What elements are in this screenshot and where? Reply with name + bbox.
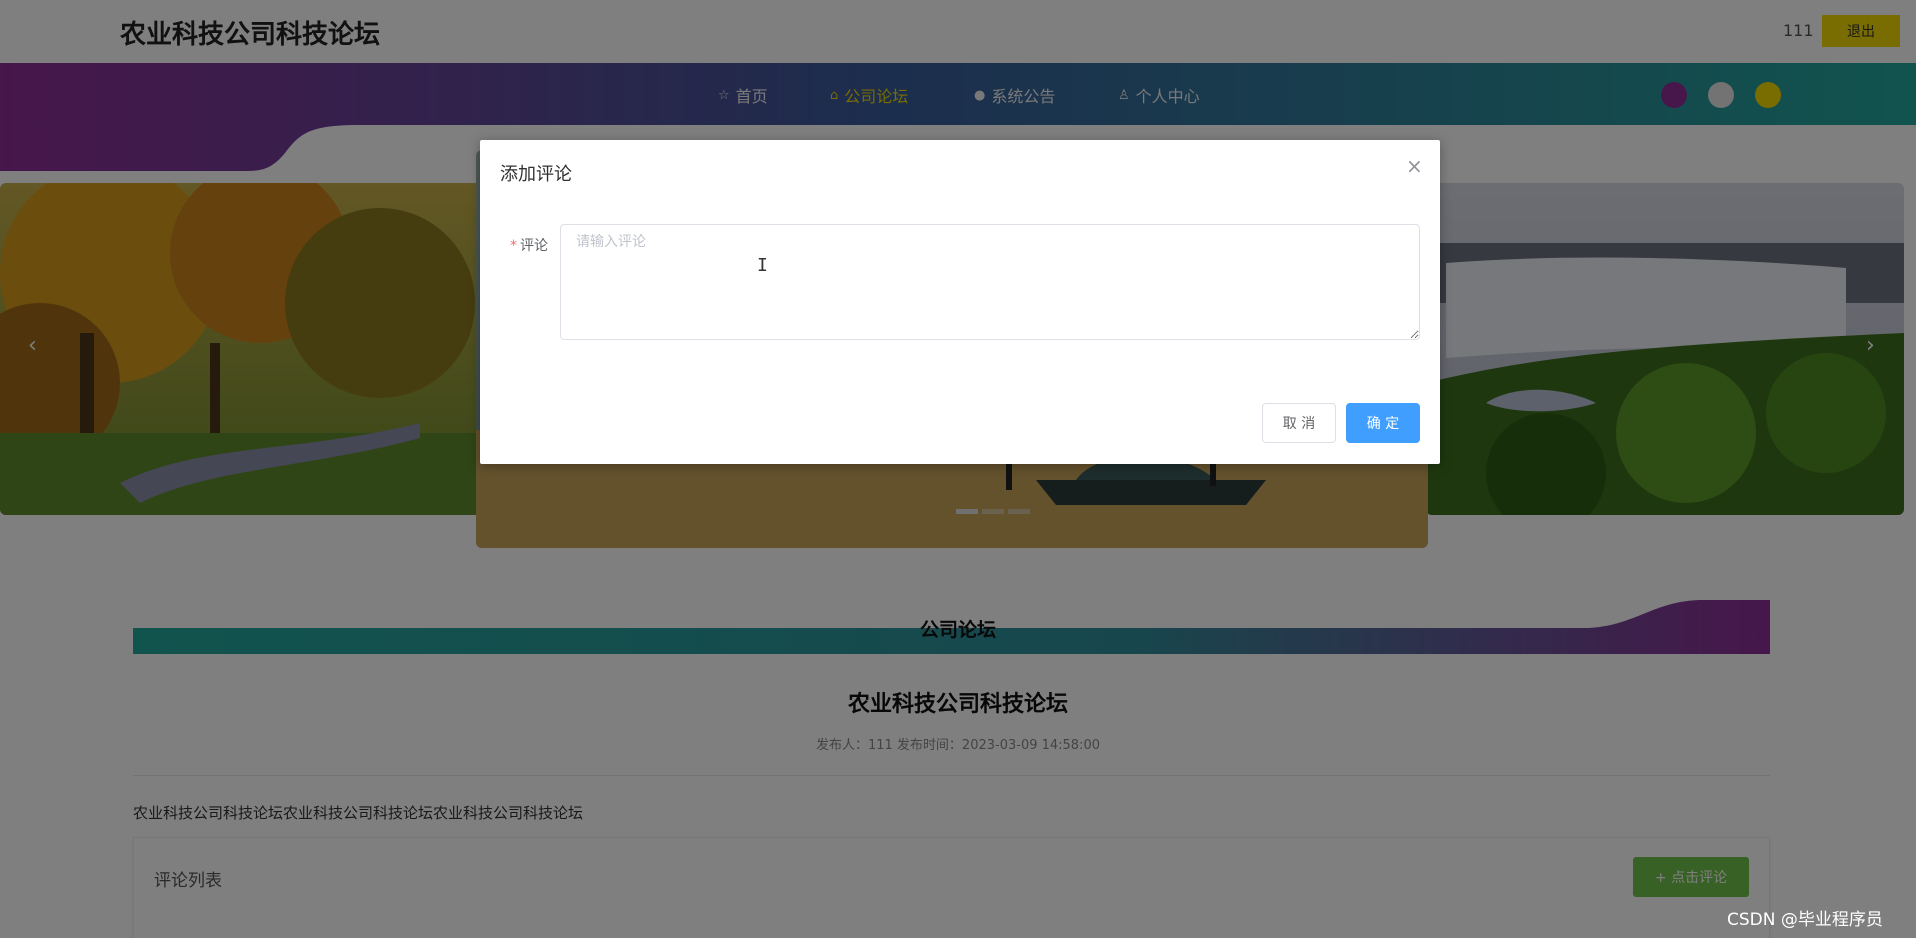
cancel-button[interactable]: 取 消: [1262, 403, 1336, 443]
text-cursor-icon: I: [757, 255, 768, 276]
close-icon[interactable]: ×: [1406, 154, 1423, 178]
comment-input[interactable]: [560, 224, 1420, 340]
watermark: CSDN @毕业程序员: [1727, 910, 1883, 930]
required-mark: *: [510, 238, 517, 254]
comment-field-label-text: 评论: [520, 238, 548, 254]
comment-field-label: * 评论: [510, 235, 548, 255]
confirm-button[interactable]: 确 定: [1346, 403, 1420, 443]
add-comment-dialog: 添加评论 × *评论 取 消 确 定: [480, 140, 1440, 464]
dialog-title: 添加评论: [500, 164, 572, 185]
